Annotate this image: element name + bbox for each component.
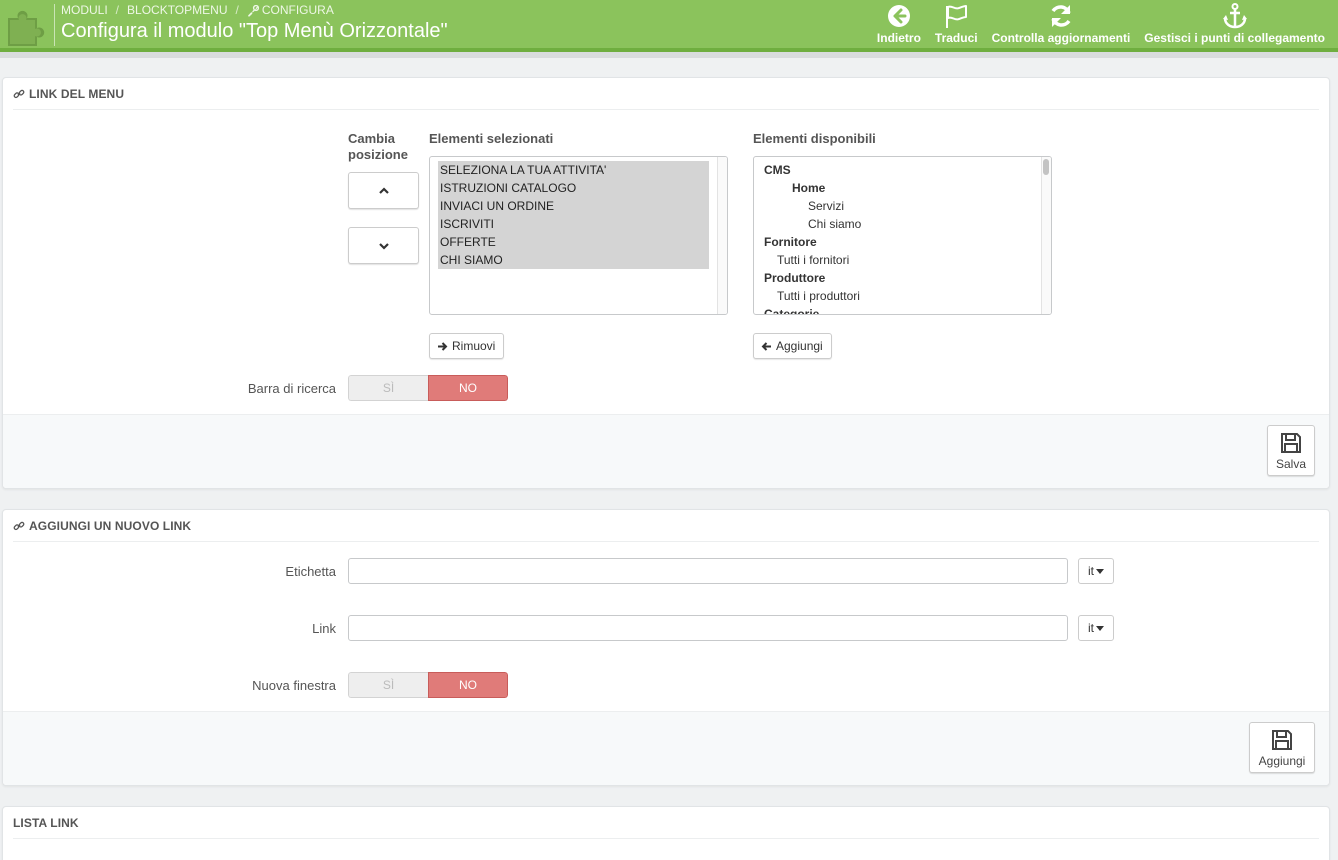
available-item[interactable]: CMS xyxy=(764,161,861,179)
available-item[interactable]: Fornitore xyxy=(764,233,861,251)
available-items-options: CMS Home Servizi Chi siamo Fornitore Tutti i … xyxy=(764,161,861,314)
search-bar-label: Barra di ricerca xyxy=(247,381,336,396)
link-icon xyxy=(13,521,25,530)
arrow-circle-left-icon xyxy=(887,5,910,27)
new-window-yes[interactable]: SÌ xyxy=(348,672,428,698)
new-window-toggle[interactable]: SÌ NO xyxy=(348,672,508,698)
new-link-panel: AGGIUNGI UN NUOVO LINK Etichetta it Link… xyxy=(2,509,1330,786)
check-updates-button[interactable]: Controlla aggiornamenti xyxy=(985,2,1138,45)
move-down-button[interactable] xyxy=(348,227,419,264)
chevron-down-icon xyxy=(378,242,389,250)
selected-item[interactable]: ISCRIVITI xyxy=(438,215,709,233)
available-items-title: Elementi disponibili xyxy=(753,131,876,146)
link-input[interactable] xyxy=(348,615,1068,641)
available-item[interactable]: Chi siamo xyxy=(764,215,861,233)
selected-item[interactable]: ISTRUZIONI CATALOGO xyxy=(438,179,709,197)
label-language-dropdown[interactable]: it xyxy=(1078,558,1114,584)
selected-items-list[interactable]: SELEZIONA LA TUA ATTIVITA' ISTRUZIONI CAT… xyxy=(429,156,728,315)
chevron-up-icon xyxy=(378,186,389,194)
move-up-button[interactable] xyxy=(348,172,419,209)
menu-links-footer: Salva xyxy=(3,414,1329,488)
selected-item[interactable]: CHI SIAMO xyxy=(438,251,709,269)
add-link-button[interactable]: Aggiungi xyxy=(1249,722,1315,773)
available-item[interactable]: Servizi xyxy=(764,197,861,215)
link-field-label: Link xyxy=(312,621,336,636)
selected-item[interactable]: INVIACI UN ORDINE xyxy=(438,197,709,215)
breadcrumb-configure: CONFIGURA xyxy=(247,3,334,17)
anchor-icon xyxy=(1222,3,1247,29)
link-icon xyxy=(13,89,25,98)
selected-items-title: Elementi selezionati xyxy=(429,131,554,146)
menu-links-heading: LINK DEL MENU xyxy=(13,78,1319,110)
translate-button[interactable]: Traduci xyxy=(928,2,985,45)
link-list-heading: LISTA LINK xyxy=(13,807,1319,839)
puzzle-piece-icon xyxy=(8,10,45,46)
add-button[interactable]: Aggiungi xyxy=(753,333,832,359)
selected-list-scrollbar[interactable] xyxy=(717,157,727,314)
selected-item[interactable]: SELEZIONA LA TUA ATTIVITA' xyxy=(438,161,709,179)
available-list-scrollbar[interactable] xyxy=(1041,157,1051,314)
flag-icon xyxy=(946,5,968,28)
label-field-label: Etichetta xyxy=(285,564,336,579)
search-bar-no[interactable]: NO xyxy=(428,375,508,401)
change-position-label: Cambia posizione xyxy=(348,131,408,162)
link-list-panel: LISTA LINK xyxy=(2,806,1330,860)
available-item[interactable]: Categorie xyxy=(764,305,861,314)
header-divider xyxy=(54,4,55,46)
save-button[interactable]: Salva xyxy=(1267,425,1315,476)
available-item[interactable]: Produttore xyxy=(764,269,861,287)
floppy-disk-icon xyxy=(1281,432,1301,453)
manage-hooks-button[interactable]: Gestisci i punti di collegamento xyxy=(1137,2,1332,45)
arrow-left-icon xyxy=(761,341,771,351)
selected-item[interactable]: OFFERTE xyxy=(438,233,709,251)
new-link-footer: Aggiungi xyxy=(3,711,1329,785)
selected-items-options: SELEZIONA LA TUA ATTIVITA' ISTRUZIONI CAT… xyxy=(438,161,709,269)
available-item[interactable]: Tutti i fornitori xyxy=(764,251,861,269)
remove-button[interactable]: Rimuovi xyxy=(429,333,505,359)
refresh-icon xyxy=(1051,5,1071,27)
available-items-list[interactable]: CMS Home Servizi Chi siamo Fornitore Tutti i … xyxy=(753,156,1052,315)
search-bar-toggle[interactable]: SÌ NO xyxy=(348,375,508,401)
new-link-heading: AGGIUNGI UN NUOVO LINK xyxy=(13,510,1319,542)
new-window-no[interactable]: NO xyxy=(428,672,508,698)
new-window-label: Nuova finestra xyxy=(252,678,336,693)
header-shadow-bar xyxy=(0,52,1338,58)
scrollbar-thumb[interactable] xyxy=(1043,159,1049,175)
breadcrumb-modules[interactable]: MODULI xyxy=(61,3,108,17)
back-button[interactable]: Indietro xyxy=(870,2,928,45)
floppy-disk-icon xyxy=(1272,729,1292,750)
search-bar-yes[interactable]: SÌ xyxy=(348,375,428,401)
page-title: Configura il modulo "Top Menù Orizzontal… xyxy=(61,20,448,42)
page-header: MODULI / BLOCKTOPMENU / CONFIGURA Config… xyxy=(0,0,1338,52)
caret-down-icon xyxy=(1096,568,1104,574)
link-language-dropdown[interactable]: it xyxy=(1078,615,1114,641)
breadcrumb-module[interactable]: BLOCKTOPMENU xyxy=(127,3,227,17)
available-item[interactable]: Tutti i produttori xyxy=(764,287,861,305)
available-item[interactable]: Home xyxy=(764,179,861,197)
header-toolbar: Indietro Traduci Controlla aggiornamenti… xyxy=(870,2,1332,45)
caret-down-icon xyxy=(1096,625,1104,631)
arrow-right-icon xyxy=(438,341,448,351)
wrench-icon xyxy=(247,4,259,17)
label-input[interactable] xyxy=(348,558,1068,584)
menu-links-panel: LINK DEL MENU Cambia posizione Elementi … xyxy=(2,77,1330,489)
breadcrumb: MODULI / BLOCKTOPMENU / CONFIGURA xyxy=(61,3,334,17)
